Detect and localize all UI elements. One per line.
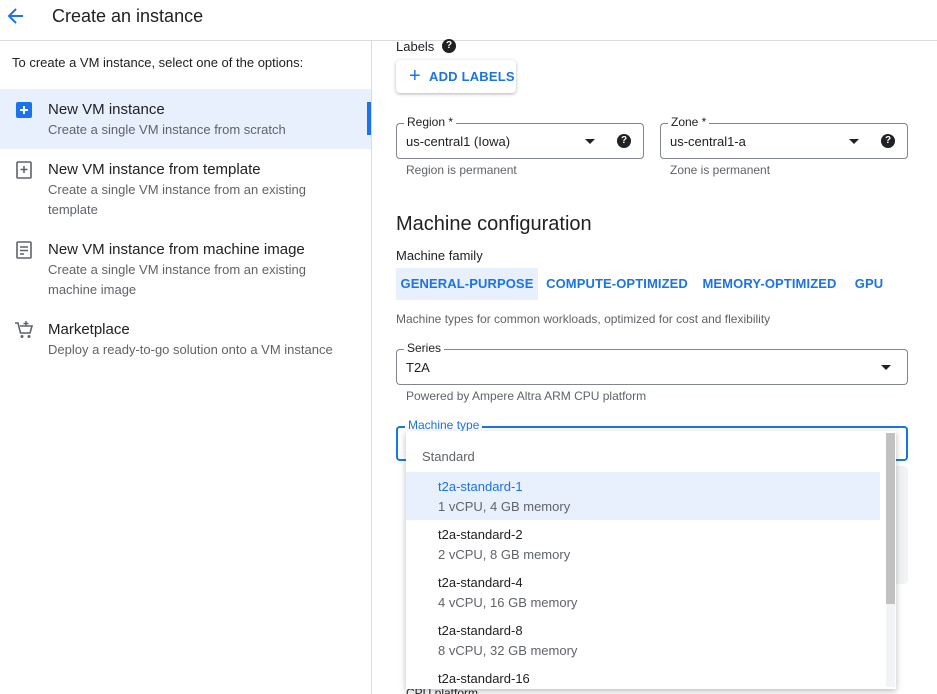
option-title: Marketplace: [48, 321, 130, 338]
dropdown-option[interactable]: t2a-standard-4 4 vCPU, 16 GB memory: [406, 568, 880, 616]
option-name: t2a-standard-16: [438, 671, 530, 686]
help-icon[interactable]: ?: [881, 134, 895, 148]
machine-family-label: Machine family: [396, 248, 483, 263]
option-desc: Deploy a ready-to-go solution onto a VM …: [48, 342, 333, 357]
chevron-down-icon: [881, 365, 891, 370]
option-vm-from-template[interactable]: New VM instance from template Create a s…: [0, 149, 371, 229]
option-title: New VM instance from machine image: [48, 241, 305, 258]
option-desc: Create a single VM instance from an exis…: [48, 182, 306, 217]
cart-icon: [15, 321, 34, 338]
region-select[interactable]: Region * us-central1 (Iowa) ?: [396, 115, 644, 159]
machine-type-dropdown: Standard t2a-standard-1 1 vCPU, 4 GB mem…: [406, 431, 896, 689]
chevron-down-icon: [585, 139, 595, 144]
option-marketplace[interactable]: Marketplace Deploy a ready-to-go solutio…: [0, 309, 371, 369]
option-name: t2a-standard-8: [438, 623, 523, 638]
option-spec: 1 vCPU, 4 GB memory: [438, 499, 571, 514]
template-add-icon: [16, 161, 32, 179]
option-desc: Create a single VM instance from scratch: [48, 122, 286, 137]
option-name: t2a-standard-1: [438, 479, 523, 494]
page-title: Create an instance: [52, 6, 204, 26]
options-intro: To create a VM instance, select one of t…: [12, 55, 304, 70]
machine-family-hint: Machine types for common workloads, opti…: [396, 312, 771, 326]
tab-compute-optimized[interactable]: COMPUTE-OPTIMIZED: [542, 268, 692, 300]
dropdown-option[interactable]: t2a-standard-1 1 vCPU, 4 GB memory: [406, 472, 880, 520]
option-vm-from-machine-image[interactable]: New VM instance from machine image Creat…: [0, 229, 371, 309]
zone-label: Zone *: [668, 115, 710, 129]
dropdown-option[interactable]: t2a-standard-8 8 vCPU, 32 GB memory: [406, 616, 880, 664]
series-select[interactable]: Series T2A: [396, 341, 908, 385]
labels-heading: Labels: [396, 39, 435, 54]
series-hint: Powered by Ampere Altra ARM CPU platform: [406, 389, 647, 403]
zone-value: us-central1-a: [670, 134, 746, 149]
series-value: T2A: [406, 360, 430, 375]
dropdown-group-label: Standard: [422, 449, 475, 464]
option-desc: Create a single VM instance from an exis…: [48, 262, 306, 297]
chevron-down-icon: [849, 139, 859, 144]
add-labels-label: ADD LABELS: [429, 69, 515, 84]
option-spec: 2 vCPU, 8 GB memory: [438, 547, 571, 562]
back-button[interactable]: [6, 4, 26, 28]
option-new-vm-instance[interactable]: New VM instance Create a single VM insta…: [0, 89, 371, 149]
option-title: New VM instance from template: [48, 161, 261, 178]
plus-icon: +: [409, 65, 421, 87]
page-header: Create an instance: [0, 0, 937, 41]
zone-hint: Zone is permanent: [670, 163, 771, 177]
add-box-icon: [16, 102, 32, 118]
region-hint: Region is permanent: [406, 163, 517, 177]
machine-type-label: Machine type: [405, 418, 483, 432]
region-label: Region *: [404, 115, 457, 129]
option-name: t2a-standard-2: [438, 527, 523, 542]
dropdown-scrollbar-thumb[interactable]: [886, 433, 895, 604]
region-value: us-central1 (Iowa): [406, 134, 511, 149]
help-icon[interactable]: ?: [617, 134, 631, 148]
arrow-left-icon: [7, 8, 23, 24]
zone-select[interactable]: Zone * us-central1-a ?: [660, 115, 908, 159]
option-title: New VM instance: [48, 101, 165, 118]
tab-memory-optimized[interactable]: MEMORY-OPTIMIZED: [698, 268, 841, 300]
tab-gpu[interactable]: GPU: [848, 268, 890, 300]
tab-general-purpose[interactable]: GENERAL-PURPOSE: [396, 268, 538, 300]
help-icon[interactable]: ?: [442, 39, 456, 53]
dropdown-option[interactable]: t2a-standard-2 2 vCPU, 8 GB memory: [406, 520, 880, 568]
option-spec: 4 vCPU, 16 GB memory: [438, 595, 578, 610]
machine-image-icon: [16, 241, 32, 259]
add-labels-button[interactable]: + ADD LABELS: [396, 60, 516, 93]
machine-config-title: Machine configuration: [396, 213, 592, 235]
series-label: Series: [404, 341, 445, 355]
creation-options-panel: To create a VM instance, select one of t…: [0, 41, 372, 694]
option-name: t2a-standard-4: [438, 575, 523, 590]
dropdown-option[interactable]: t2a-standard-16: [406, 664, 880, 689]
option-spec: 8 vCPU, 32 GB memory: [438, 643, 578, 658]
